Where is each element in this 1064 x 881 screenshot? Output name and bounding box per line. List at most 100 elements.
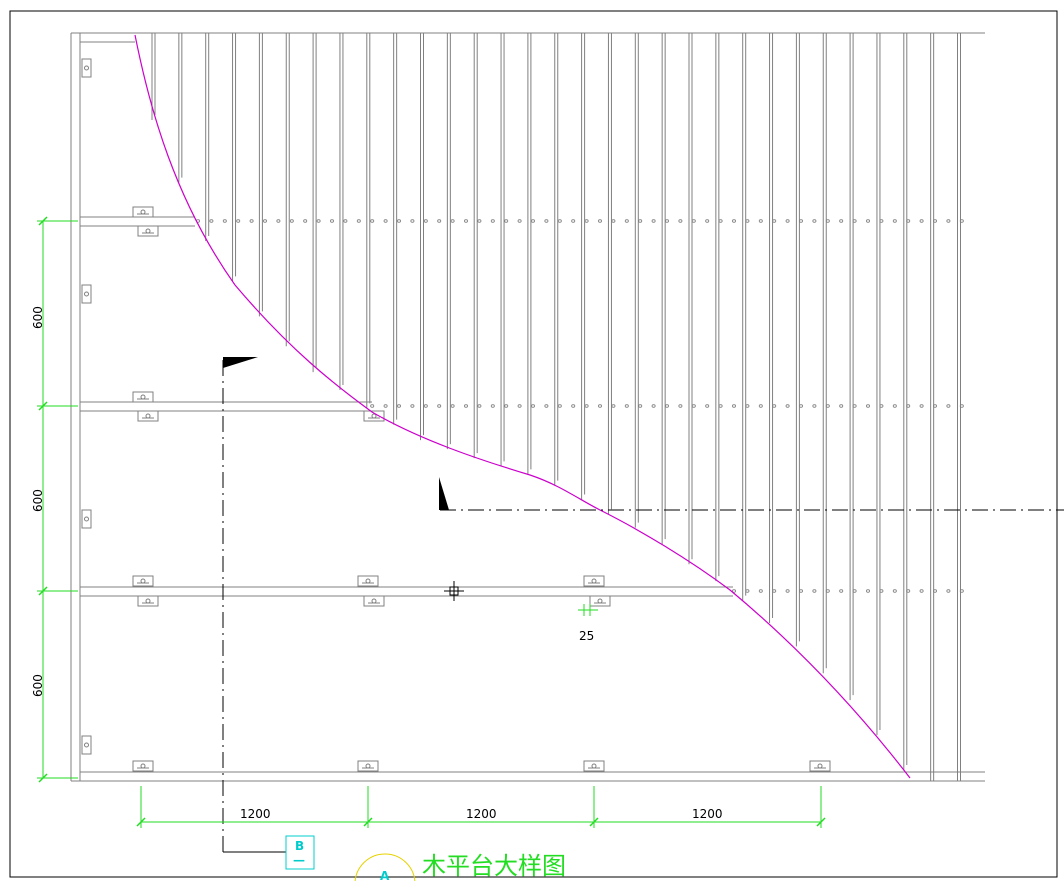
screw-dot: [839, 219, 844, 223]
screw-dot: [866, 404, 871, 408]
v-dim-label-2: 600: [31, 489, 45, 512]
screw-dot: [450, 404, 455, 408]
fixing-clip: [137, 595, 159, 607]
screw-dot: [531, 219, 536, 223]
small-dimension-label: 25: [579, 629, 594, 643]
screw-dot: [732, 219, 737, 223]
timber-deck-detail-drawing: 25 1200 1200 1200 600 600 600 B — A 木平台大…: [9, 10, 1064, 881]
screw-dot: [410, 219, 415, 223]
screw-dot: [477, 404, 482, 408]
screw-dot: [772, 219, 777, 223]
screw-dot: [396, 404, 401, 408]
drawing-title: 木平台大样图: [422, 852, 566, 880]
screw-dot: [611, 404, 616, 408]
section-line-horizontal: [439, 477, 1064, 511]
screw-dot: [571, 404, 576, 408]
screw-dot: [437, 404, 442, 408]
screw-dot: [946, 404, 951, 408]
screw-dot: [718, 404, 723, 408]
screw-dot: [705, 219, 710, 223]
screw-dot: [919, 404, 924, 408]
curved-deck-edge: [134, 34, 911, 779]
screw-dots: [195, 219, 964, 593]
fixing-clip: [583, 575, 605, 587]
left-stringer: [70, 32, 81, 782]
screw-dot: [678, 404, 683, 408]
screw-dot: [383, 219, 388, 223]
screw-dot: [396, 219, 401, 223]
screw-dot: [584, 219, 589, 223]
screw-dot: [705, 404, 710, 408]
section-tag-letter: B: [295, 839, 304, 853]
screw-dot: [557, 219, 562, 223]
screw-dot: [423, 404, 428, 408]
screw-dot: [772, 404, 777, 408]
crosshair-cursor: [444, 581, 464, 601]
screw-dot: [812, 219, 817, 223]
screw-dot: [289, 219, 294, 223]
screw-dot: [504, 219, 509, 223]
screw-dot: [463, 404, 468, 408]
screw-dot: [544, 219, 549, 223]
screw-dot: [758, 219, 763, 223]
screw-dot: [665, 219, 670, 223]
fixing-clip: [137, 225, 159, 237]
fixing-clips: [132, 206, 831, 772]
screw-dot: [732, 404, 737, 408]
screw-dot: [678, 219, 683, 223]
screw-dot: [598, 404, 603, 408]
screw-dot: [370, 404, 375, 408]
screw-dot: [745, 589, 750, 593]
screw-dot: [892, 404, 897, 408]
screw-dot: [490, 404, 495, 408]
screw-dot: [812, 589, 817, 593]
screw-dot: [517, 404, 522, 408]
screw-dot: [571, 219, 576, 223]
screw-dot: [222, 219, 227, 223]
screw-dot: [356, 219, 361, 223]
fixing-clip: [137, 410, 159, 422]
screw-dot: [463, 219, 468, 223]
screw-dot: [316, 219, 321, 223]
screw-dot: [329, 219, 334, 223]
screw-dot: [410, 404, 415, 408]
screw-dot: [812, 404, 817, 408]
screw-dot: [758, 589, 763, 593]
fixing-clip: [132, 760, 154, 772]
screw-dot: [477, 219, 482, 223]
fixing-clip: [132, 206, 154, 218]
screw-dot: [517, 219, 522, 223]
screw-dot: [276, 219, 281, 223]
screw-dot: [638, 219, 643, 223]
screw-dot: [772, 589, 777, 593]
screw-dot: [839, 404, 844, 408]
screw-dot: [624, 404, 629, 408]
screw-dot: [423, 219, 428, 223]
screw-dot: [383, 404, 388, 408]
sheet-frame: [9, 10, 1058, 878]
screw-dot: [866, 219, 871, 223]
screw-dot: [785, 219, 790, 223]
screw-dot: [531, 404, 536, 408]
screw-dot: [745, 404, 750, 408]
title-block: A 木平台大样图: [354, 852, 566, 881]
screw-dot: [249, 219, 254, 223]
screw-dot: [504, 404, 509, 408]
screw-dot: [785, 589, 790, 593]
screw-dot: [691, 219, 696, 223]
section-tag: B —: [285, 835, 315, 870]
fixing-clip: [589, 595, 611, 607]
screw-dot: [919, 589, 924, 593]
screw-dot: [437, 219, 442, 223]
joists: [80, 216, 985, 782]
fixing-clip: [357, 760, 379, 772]
fixing-clip: [809, 760, 831, 772]
h-dim-label-2: 1200: [466, 807, 497, 821]
section-line-vertical: [222, 357, 286, 853]
screw-dot: [758, 404, 763, 408]
h-dim-label-1: 1200: [240, 807, 271, 821]
screw-dot: [450, 219, 455, 223]
stringer-clip: [81, 509, 92, 529]
screw-dot: [946, 589, 951, 593]
screw-dot: [303, 219, 308, 223]
